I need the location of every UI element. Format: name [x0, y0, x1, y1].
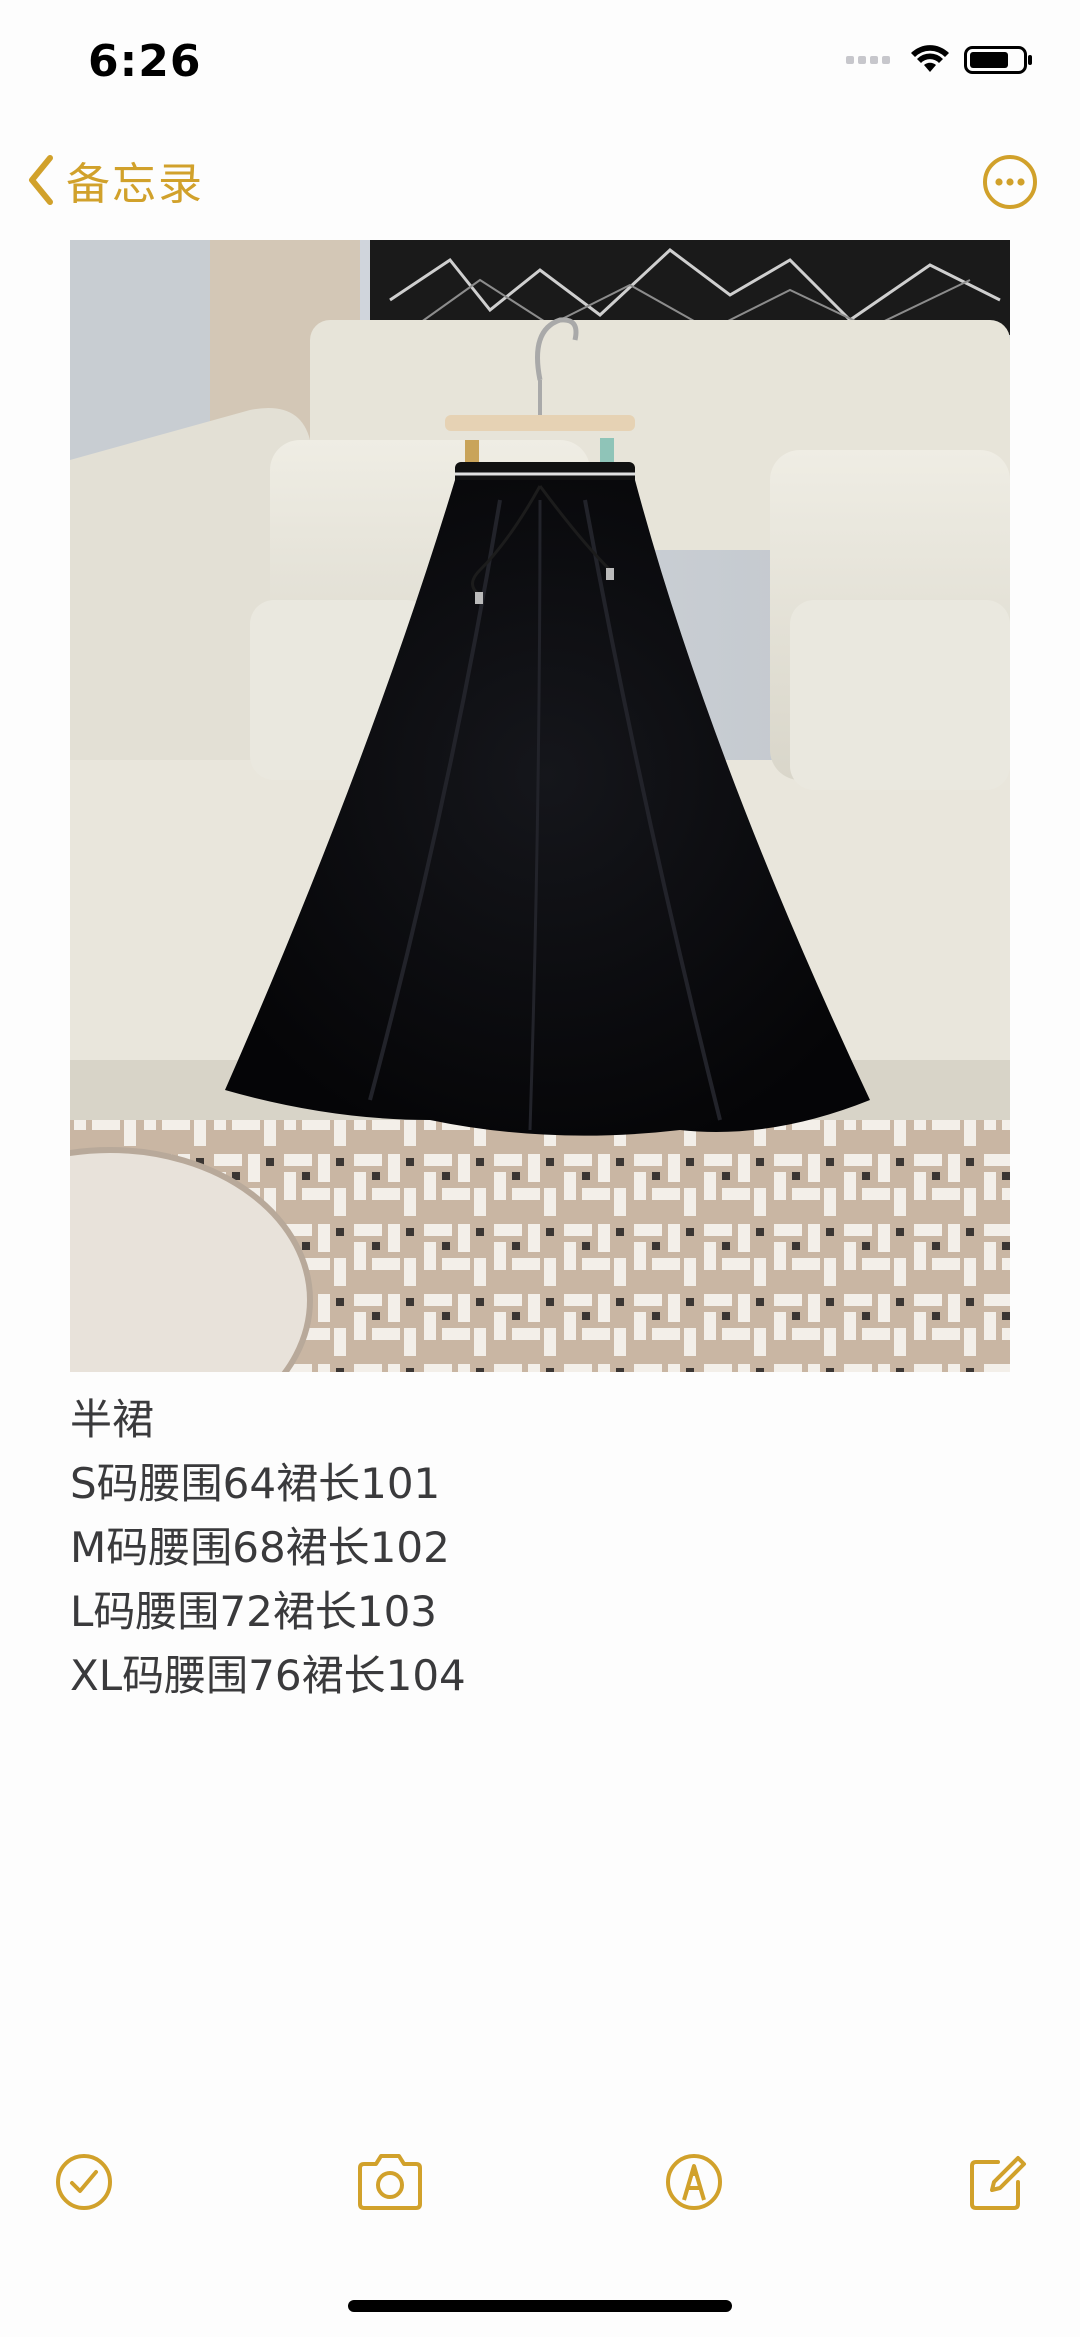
- note-line-size-xl: XL码腰围76裙长104: [70, 1651, 466, 1700]
- battery-icon: [964, 46, 1032, 74]
- camera-icon[interactable]: [354, 2150, 426, 2214]
- skirt-photo: [70, 240, 1010, 1372]
- compose-icon[interactable]: [964, 2150, 1028, 2214]
- home-indicator[interactable]: [348, 2300, 732, 2312]
- bottom-toolbar: [0, 2150, 1080, 2240]
- status-bar: 6:26: [0, 0, 1080, 120]
- note-photo-attachment[interactable]: [70, 240, 1010, 1372]
- chevron-left-icon: [29, 155, 53, 205]
- checklist-icon[interactable]: [52, 2150, 116, 2214]
- note-line-size-s: S码腰围64裙长101: [70, 1459, 441, 1508]
- back-label: 备忘录: [66, 159, 204, 210]
- note-body[interactable]: 半裙 S码腰围64裙长101 M码腰围68裙长102 L码腰围72裙长103 X…: [70, 1388, 1010, 1708]
- status-icons: [846, 44, 1034, 76]
- nav-bar: 备忘录: [0, 120, 1080, 240]
- note-line-title: 半裙: [70, 1395, 155, 1444]
- wifi-icon: [911, 45, 949, 72]
- ellipsis-circle-icon[interactable]: [982, 154, 1038, 210]
- back-button[interactable]: 备忘录: [26, 148, 204, 212]
- cellular-signal-icon: [846, 56, 890, 64]
- markup-icon[interactable]: [662, 2150, 726, 2214]
- status-time: 6:26: [88, 36, 202, 87]
- note-line-size-l: L码腰围72裙长103: [70, 1587, 438, 1636]
- note-line-size-m: M码腰围68裙长102: [70, 1523, 450, 1572]
